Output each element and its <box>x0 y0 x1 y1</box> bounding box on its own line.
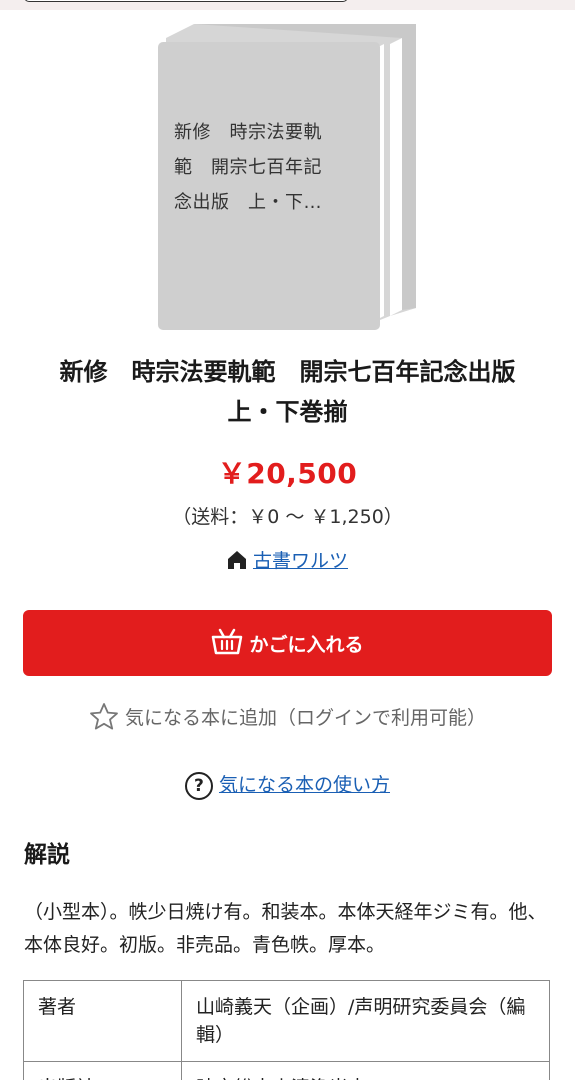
description-text: （小型本）。帙少日焼け有。和装本。本体天経年ジミ有。他、本体良好。初版。非売品。… <box>24 901 547 956</box>
description-heading: 解説 <box>24 842 70 868</box>
price: ￥20,500 <box>217 457 358 490</box>
product-title-line: 新修 時宗法要軌範 開宗七百年記念出版 <box>59 358 516 386</box>
seller-link[interactable]: 古書ワルツ <box>253 550 348 572</box>
add-to-cart-button[interactable]: かごに入れる <box>23 610 552 676</box>
add-to-favorites[interactable]: 気になる本に追加（ログインで利用可能） <box>0 702 575 730</box>
question-icon: ? <box>184 772 213 800</box>
book-cover-line: 新修 時宗法要軌 <box>174 122 322 143</box>
seller: 古書ワルツ <box>0 546 575 575</box>
shipping-fee: （送料：￥0 〜 ￥1,250） <box>172 506 403 528</box>
book-cover-image: 新修 時宗法要軌 範 開宗七百年記 念出版 上・下… <box>158 20 418 334</box>
add-to-cart-label: かごに入れる <box>249 633 364 656</box>
table-row: 著者 山崎義天（企画）/声明研究委員会（編輯） <box>23 980 550 1062</box>
book-cover-line: 念出版 上・下… <box>174 192 322 213</box>
spec-value: 時宗総本山清浄光寺 <box>181 1061 550 1080</box>
star-icon <box>90 703 118 730</box>
spec-key: 著者 <box>23 980 182 1062</box>
favorites-howto-link[interactable]: 気になる本の使い方 <box>219 774 390 796</box>
spec-value: 山崎義天（企画）/声明研究委員会（編輯） <box>181 980 550 1062</box>
basket-icon <box>211 626 243 661</box>
home-icon <box>227 550 247 575</box>
add-to-favorites-label: 気になる本に追加（ログインで利用可能） <box>124 707 486 729</box>
favorites-howto: ? 気になる本の使い方 <box>0 770 575 800</box>
top-bar <box>0 0 575 10</box>
spec-table: 著者 山崎義天（企画）/声明研究委員会（編輯） 出版社 時宗総本山清浄光寺 <box>23 980 550 1080</box>
table-row: 出版社 時宗総本山清浄光寺 <box>23 1061 550 1080</box>
product-title: 新修 時宗法要軌範 開宗七百年記念出版 上・下巻揃 <box>0 352 575 432</box>
search-input[interactable] <box>24 0 348 2</box>
book-cover-line: 範 開宗七百年記 <box>174 157 322 178</box>
book-cover-title: 新修 時宗法要軌 範 開宗七百年記 念出版 上・下… <box>174 115 354 220</box>
product-title-line: 上・下巻揃 <box>227 398 348 426</box>
spec-key: 出版社 <box>23 1061 182 1080</box>
